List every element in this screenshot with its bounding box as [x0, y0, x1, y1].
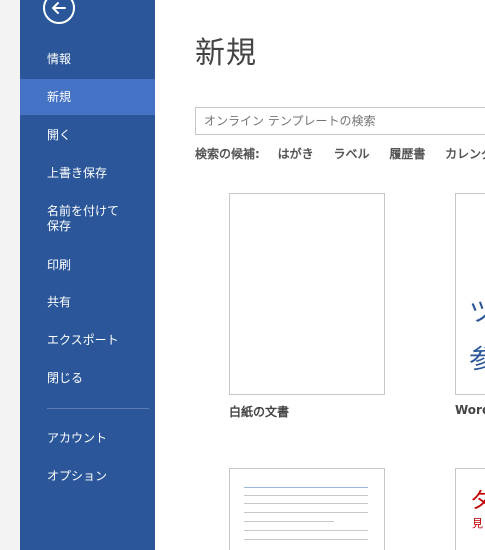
- preview-line: [244, 530, 368, 531]
- preview-line: [244, 539, 368, 540]
- new-document-pane: 新規 検索の候補: はがき ラベル 履歴書 カレンダー 白紙の文書 ツ 参 Wo…: [155, 0, 485, 550]
- suggestions-label: 検索の候補:: [195, 147, 260, 161]
- preview-line: [244, 512, 368, 513]
- template-title-document[interactable]: タ 見: [455, 468, 485, 550]
- template-lined-document[interactable]: [229, 468, 385, 550]
- suggestion-link-postcard[interactable]: はがき: [278, 145, 314, 162]
- template-preview-text: 見: [472, 517, 483, 530]
- sidebar-item-save-as[interactable]: 名前を付けて 保存: [20, 200, 155, 240]
- sidebar-item-account[interactable]: アカウント: [20, 420, 155, 456]
- word-backstage-window: 情報 新規 開く 上書き保存 名前を付けて 保存 印刷 共有 エクスポート 閉じる…: [0, 0, 485, 550]
- sidebar-item-share[interactable]: 共有: [20, 284, 155, 320]
- template-caption: Word: [455, 403, 485, 417]
- arrow-left-icon: [52, 2, 66, 14]
- sidebar-item-export[interactable]: エクスポート: [20, 322, 155, 358]
- sidebar-item-new[interactable]: 新規: [20, 79, 155, 115]
- sidebar-item-print[interactable]: 印刷: [20, 247, 155, 283]
- sidebar-item-save[interactable]: 上書き保存: [20, 155, 155, 191]
- template-word-tour[interactable]: ツ 参: [455, 193, 485, 395]
- sidebar-divider: [47, 408, 149, 409]
- preview-line: [244, 487, 368, 488]
- preview-line: [244, 495, 368, 496]
- back-button[interactable]: [43, 0, 75, 24]
- template-preview-text: ツ: [469, 292, 485, 329]
- preview-line: [244, 521, 334, 522]
- sidebar-item-close[interactable]: 閉じる: [20, 360, 155, 396]
- suggestion-link-label[interactable]: ラベル: [333, 145, 369, 162]
- suggestion-link-calendar[interactable]: カレンダー: [445, 145, 485, 162]
- template-preview-text: 参: [469, 339, 485, 376]
- window-edge: [0, 0, 20, 550]
- sidebar-item-options[interactable]: オプション: [20, 458, 155, 494]
- suggestion-link-resume[interactable]: 履歴書: [389, 145, 425, 162]
- sidebar-item-open[interactable]: 開く: [20, 117, 155, 153]
- sidebar-item-info[interactable]: 情報: [20, 41, 155, 77]
- template-blank-document[interactable]: [229, 193, 385, 395]
- template-search-input[interactable]: [195, 107, 485, 135]
- search-suggestions: 検索の候補: はがき ラベル 履歴書 カレンダー: [195, 145, 485, 162]
- page-title: 新規: [195, 36, 257, 71]
- template-preview-text: タ: [470, 483, 485, 515]
- backstage-sidebar: 情報 新規 開く 上書き保存 名前を付けて 保存 印刷 共有 エクスポート 閉じる…: [20, 0, 155, 550]
- preview-line: [244, 503, 368, 504]
- template-caption: 白紙の文書: [229, 405, 290, 419]
